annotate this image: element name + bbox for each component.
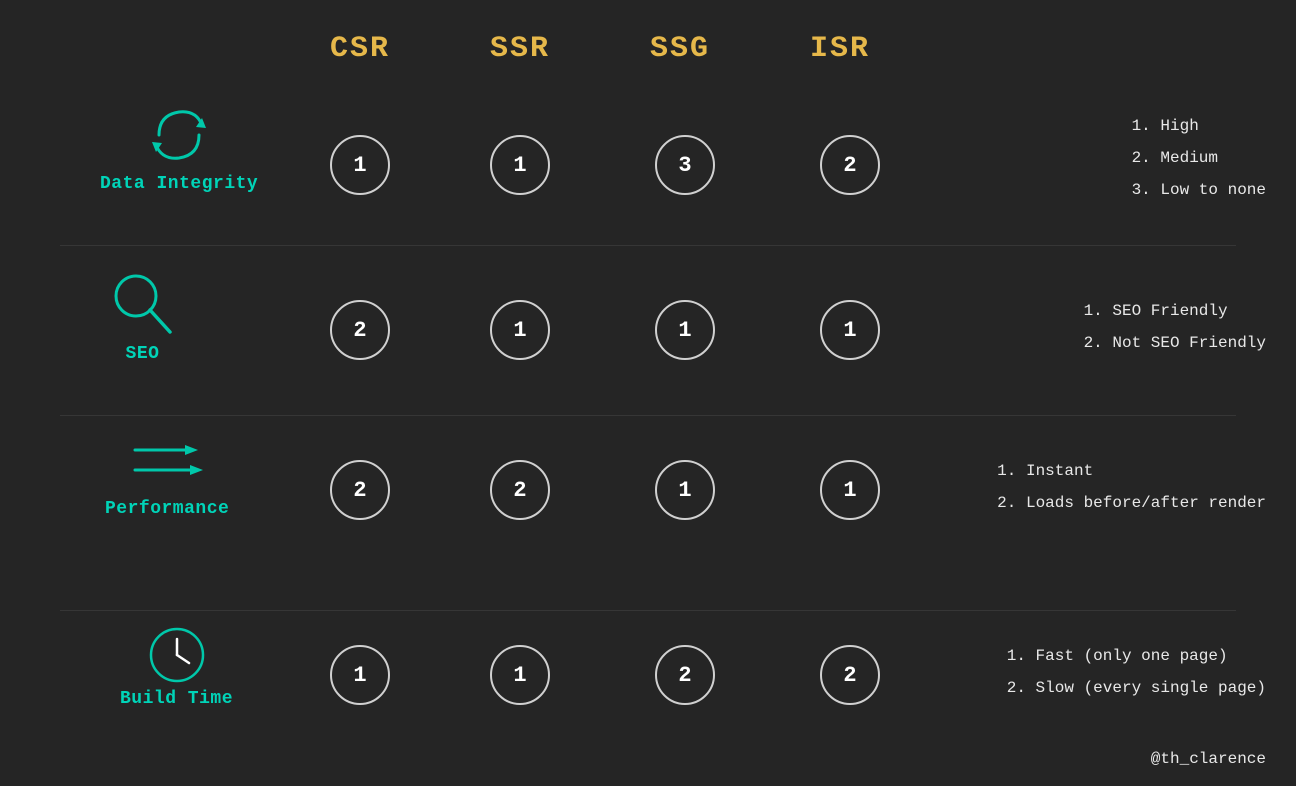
col-header-ssg: SSG	[600, 32, 760, 66]
seo-label: SEO	[126, 344, 160, 364]
perf-ssr-circle: 2	[490, 460, 550, 520]
divider-2	[60, 415, 1236, 416]
perf-isr-circle: 1	[820, 460, 880, 520]
perf-legend-1: 1. Instant	[997, 455, 1266, 487]
seo-icon-area: SEO	[110, 270, 175, 364]
col-header-ssr: SSR	[440, 32, 600, 66]
perf-legend: 1. Instant 2. Loads before/after render	[997, 455, 1266, 519]
di-legend-1: 1. High	[1132, 110, 1266, 142]
seo-ssr-circle: 1	[490, 300, 550, 360]
seo-legend-2: 2. Not SEO Friendly	[1084, 327, 1266, 359]
di-isr-circle: 2	[820, 135, 880, 195]
bt-isr-circle: 2	[820, 645, 880, 705]
seo-legend-1: 1. SEO Friendly	[1084, 295, 1266, 327]
perf-ssg-circle: 1	[655, 460, 715, 520]
bt-legend-1: 1. Fast (only one page)	[1007, 640, 1266, 672]
divider-1	[60, 245, 1236, 246]
di-csr-circle: 1	[330, 135, 390, 195]
performance-label: Performance	[105, 499, 229, 519]
col-header-csr: CSR	[280, 32, 440, 66]
buildtime-icon-area: Build Time	[120, 625, 233, 709]
perf-legend-2: 2. Loads before/after render	[997, 487, 1266, 519]
seo-legend: 1. SEO Friendly 2. Not SEO Friendly	[1084, 295, 1266, 359]
data-integrity-icon-area: Data Integrity	[100, 100, 258, 194]
watermark: @th_clarence	[1151, 750, 1266, 768]
seo-ssg-circle: 1	[655, 300, 715, 360]
buildtime-label: Build Time	[120, 689, 233, 709]
bt-legend: 1. Fast (only one page) 2. Slow (every s…	[1007, 640, 1266, 704]
clock-icon	[147, 625, 207, 685]
bt-csr-circle: 1	[330, 645, 390, 705]
divider-3	[60, 610, 1236, 611]
arrows-icon	[130, 435, 205, 495]
di-ssr-circle: 1	[490, 135, 550, 195]
seo-csr-circle: 2	[330, 300, 390, 360]
data-integrity-label: Data Integrity	[100, 174, 258, 194]
bt-legend-2: 2. Slow (every single page)	[1007, 672, 1266, 704]
bt-ssg-circle: 2	[655, 645, 715, 705]
di-ssg-circle: 3	[655, 135, 715, 195]
search-icon	[110, 270, 175, 340]
sync-icon	[144, 100, 214, 170]
bt-ssr-circle: 1	[490, 645, 550, 705]
di-legend: 1. High 2. Medium 3. Low to none	[1132, 110, 1266, 206]
perf-csr-circle: 2	[330, 460, 390, 520]
performance-icon-area: Performance	[105, 435, 229, 519]
di-legend-3: 3. Low to none	[1132, 174, 1266, 206]
main-container: CSR SSR SSG ISR Data Integrity 1 1 3 2 1…	[0, 0, 1296, 786]
di-legend-2: 2. Medium	[1132, 142, 1266, 174]
col-header-isr: ISR	[760, 32, 920, 66]
seo-isr-circle: 1	[820, 300, 880, 360]
